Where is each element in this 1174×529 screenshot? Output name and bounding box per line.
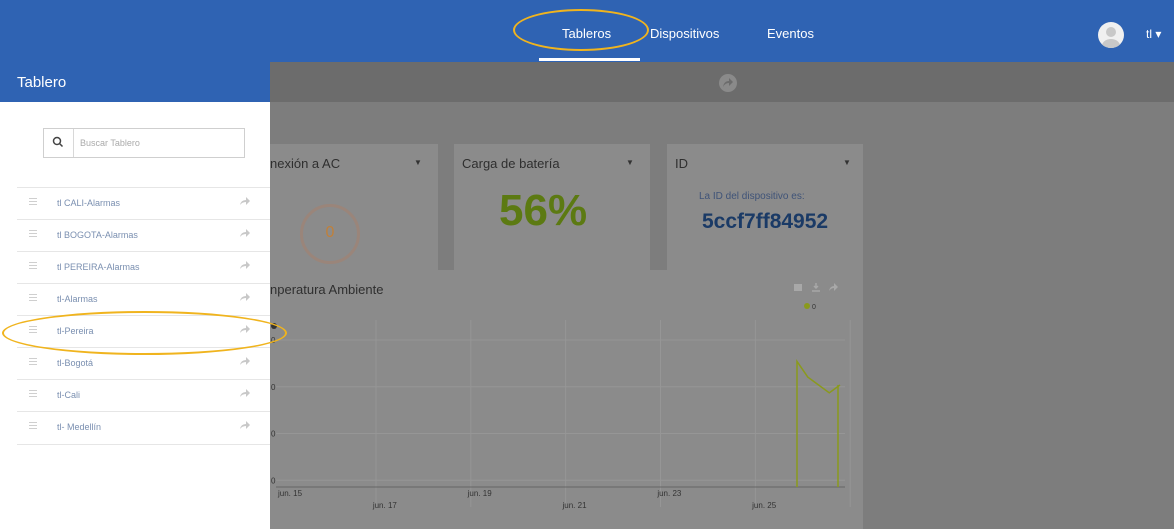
search-box: [43, 128, 245, 158]
highlight-ellipse-pereira: [2, 311, 287, 355]
drag-handle-icon[interactable]: [29, 422, 37, 431]
user-menu[interactable]: tl ▾: [1146, 27, 1161, 41]
gauge-ring: 0: [300, 204, 360, 264]
dashboard-list-item[interactable]: tl-Cali: [17, 379, 270, 412]
search-input[interactable]: [80, 134, 230, 152]
card-title: ID: [675, 156, 688, 171]
x-tick-label: jun. 19: [467, 489, 493, 498]
user-icon: [1102, 27, 1120, 48]
device-id-card: ID ▼ La ID del dispositivo es: 5ccf7ff84…: [667, 144, 863, 286]
id-caption: La ID del dispositivo es:: [699, 191, 805, 202]
download-icon[interactable]: [811, 282, 821, 292]
dashboard-overlay[interactable]: nexión a AC ▼ 0 Carga de batería ▼ 56% I…: [270, 62, 1174, 529]
device-id-value: 5ccf7ff84952: [702, 210, 829, 233]
share-icon[interactable]: [239, 420, 251, 430]
drag-handle-icon[interactable]: [29, 230, 37, 239]
drag-handle-icon[interactable]: [29, 390, 37, 399]
dashboard-item-label[interactable]: tl-Cali: [57, 390, 80, 400]
x-tick-label: jun. 25: [751, 501, 777, 510]
dashboard-item-label[interactable]: tl CALI-Alarmas: [57, 198, 120, 208]
dashboard-item-label[interactable]: tl BOGOTA-Alarmas: [57, 230, 138, 240]
sidebar: Tablero tl CALI-Alarmas tl BOGOTA-Alarma…: [0, 62, 270, 529]
drag-handle-icon[interactable]: [29, 294, 37, 303]
calendar-icon[interactable]: [793, 282, 803, 292]
x-tick-label: jun. 21: [562, 501, 588, 510]
share-circle-icon[interactable]: [719, 74, 737, 92]
dashboard-item-label[interactable]: tl-Alarmas: [57, 294, 98, 304]
dashboard-item-label[interactable]: tl- Medellín: [57, 422, 101, 432]
sidebar-header: Tablero: [0, 62, 270, 102]
dashboard-item-label[interactable]: tl-Bogotá: [57, 358, 93, 368]
active-tab-indicator: [539, 58, 640, 61]
ac-connection-card: nexión a AC ▼ 0: [270, 144, 438, 286]
caret-down-icon[interactable]: ▼: [843, 158, 851, 167]
x-tick-label: jun. 15: [277, 489, 303, 498]
caret-down-icon[interactable]: ▼: [626, 158, 634, 167]
share-icon[interactable]: [239, 388, 251, 398]
share-icon[interactable]: [828, 282, 838, 292]
legend-marker: [804, 303, 810, 309]
card-title: Carga de batería: [462, 156, 560, 171]
share-icon[interactable]: [239, 260, 251, 270]
drag-handle-icon[interactable]: [29, 358, 37, 367]
nav-dispositivos[interactable]: Dispositivos: [650, 26, 719, 41]
dashboard-header: [270, 62, 1174, 102]
x-tick-label: jun. 17: [372, 501, 398, 510]
dashboard-list-item[interactable]: tl CALI-Alarmas: [17, 187, 270, 220]
dashboard-list-item[interactable]: tl- Medellín: [17, 411, 270, 445]
dashboard-list-item[interactable]: tl BOGOTA-Alarmas: [17, 219, 270, 252]
series-line: [796, 358, 841, 487]
caret-down-icon[interactable]: ▼: [414, 158, 422, 167]
battery-card: Carga de batería ▼ 56%: [454, 144, 650, 286]
share-icon[interactable]: [239, 196, 251, 206]
card-title: nexión a AC: [270, 156, 341, 171]
chart-title: nperatura Ambiente: [270, 282, 384, 297]
dashboard-item-label[interactable]: tl PEREIRA-Alarmas: [57, 262, 140, 272]
legend-label: 0: [812, 304, 816, 311]
y-tick-label: 0: [271, 476, 276, 485]
nav-eventos[interactable]: Eventos: [767, 26, 814, 41]
highlight-ellipse-tableros: [513, 9, 649, 51]
share-icon[interactable]: [239, 356, 251, 366]
gauge-value: 0: [325, 224, 335, 241]
line-chart[interactable]: 0000jun. 15jun. 17jun. 19jun. 21jun. 23j…: [270, 300, 863, 529]
share-icon[interactable]: [239, 228, 251, 238]
y-tick-label: 0: [271, 383, 276, 392]
y-tick-label: 0: [271, 430, 276, 439]
x-tick-label: jun. 23: [656, 489, 682, 498]
dashboard-list-item[interactable]: tl PEREIRA-Alarmas: [17, 251, 270, 284]
search-icon[interactable]: [44, 129, 74, 157]
share-icon[interactable]: [239, 292, 251, 302]
avatar[interactable]: [1098, 22, 1124, 48]
battery-value: 56%: [499, 186, 588, 235]
drag-handle-icon[interactable]: [29, 262, 37, 271]
sidebar-title: Tablero: [17, 74, 67, 91]
drag-handle-icon[interactable]: [29, 198, 37, 207]
temperature-chart-card: nperatura Ambiente 0 0 0 0 jun. 15 jun. 17 jun…: [270, 270, 863, 529]
